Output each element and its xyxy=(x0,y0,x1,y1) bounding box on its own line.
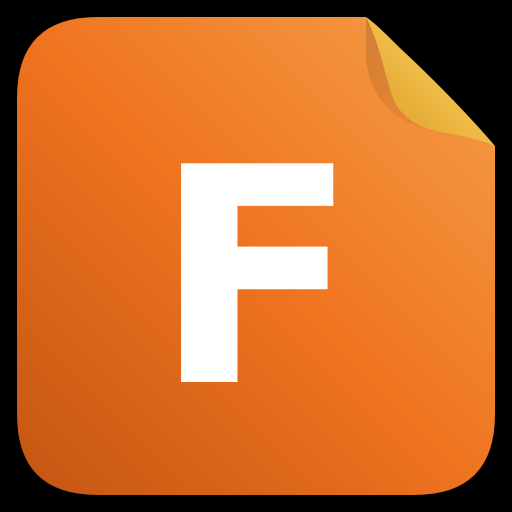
document-file-icon[interactable]: F xyxy=(0,0,512,512)
document-type-letter: F xyxy=(154,104,359,453)
app-icon[interactable]: F xyxy=(0,0,512,512)
